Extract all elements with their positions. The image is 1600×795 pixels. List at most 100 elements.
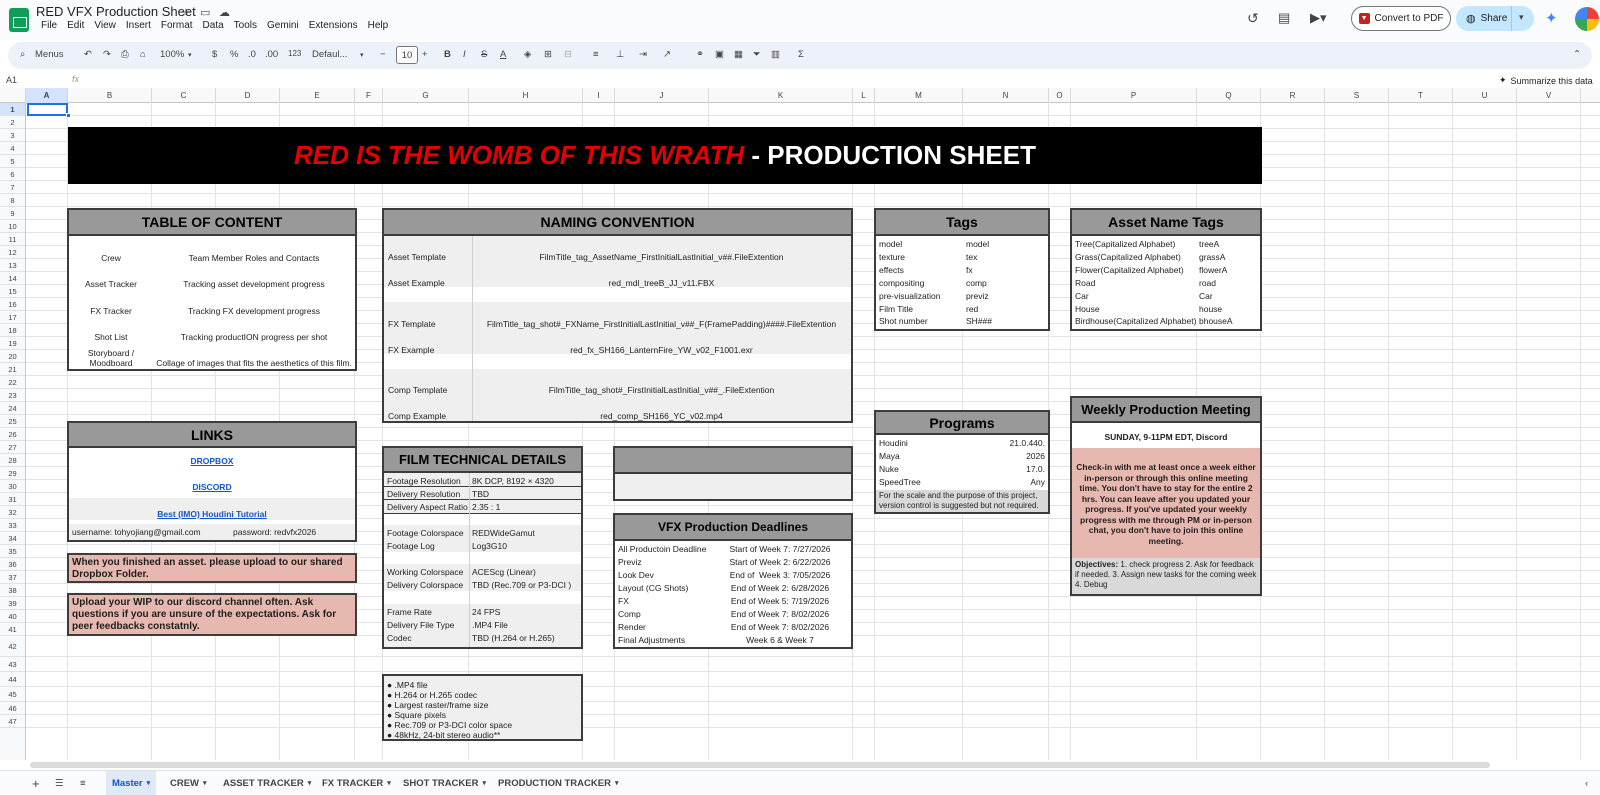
sheet-tab-asset-tracker[interactable]: ASSET TRACKER ▾ (223, 771, 311, 795)
percent-format[interactable]: % (230, 49, 238, 60)
row-header[interactable]: 20 (0, 350, 25, 363)
menu-format[interactable]: Format (156, 20, 198, 31)
row-header[interactable]: 7 (0, 181, 25, 194)
italic-icon[interactable]: I (463, 49, 466, 60)
column-header-m[interactable]: M (875, 88, 963, 103)
houdini-tutorial-link[interactable]: Best (IMO) Houdini Tutorial (157, 509, 266, 519)
number-format[interactable]: 123 (288, 49, 301, 58)
column-header-o[interactable]: O (1049, 88, 1071, 103)
share-dropdown-icon[interactable]: ▾ (1519, 12, 1524, 23)
row-header[interactable]: 27 (0, 441, 25, 454)
row-header[interactable]: 5 (0, 155, 25, 168)
column-header-s[interactable]: S (1325, 88, 1389, 103)
column-header-g[interactable]: G (383, 88, 469, 103)
row-header[interactable]: 15 (0, 285, 25, 298)
row-header[interactable]: 17 (0, 311, 25, 324)
zoom-select[interactable]: 100% (160, 49, 184, 60)
filter-views-icon[interactable]: ▥ (771, 49, 780, 60)
print-icon[interactable]: ⎙ (121, 49, 129, 60)
fill-color-icon[interactable]: ◈ (524, 49, 531, 60)
search-menus-icon[interactable]: ⌕ (20, 49, 25, 60)
account-avatar[interactable] (1575, 7, 1599, 31)
row-header[interactable]: 6 (0, 168, 25, 181)
row-header[interactable]: 45 (0, 687, 25, 702)
row-header[interactable]: 18 (0, 324, 25, 337)
document-title[interactable]: RED VFX Production Sheet (36, 4, 196, 19)
font-dropdown-icon[interactable]: ▾ (360, 51, 364, 59)
cloud-status-icon[interactable]: ☁ (219, 6, 230, 19)
insert-comment-icon[interactable]: ▣ (715, 49, 724, 60)
sheet-tab-production-tracker[interactable]: PRODUCTION TRACKER ▾ (498, 771, 618, 795)
meet-icon[interactable]: ▶▾ (1310, 10, 1327, 26)
menu-tools[interactable]: Tools (229, 20, 262, 31)
text-rotation-icon[interactable]: ↗ (663, 49, 671, 60)
sheet-tab-crew[interactable]: CREW ▾ (170, 771, 207, 795)
row-header[interactable]: 14 (0, 272, 25, 285)
column-header-q[interactable]: Q (1197, 88, 1261, 103)
font-select[interactable]: Defaul... (312, 49, 347, 60)
column-header-p[interactable]: P (1071, 88, 1197, 103)
row-header[interactable]: 21 (0, 363, 25, 376)
column-header-h[interactable]: H (469, 88, 583, 103)
menu-extensions[interactable]: Extensions (304, 20, 363, 31)
column-header-l[interactable]: L (853, 88, 875, 103)
row-header[interactable]: 1 (0, 103, 25, 116)
row-header[interactable]: 2 (0, 116, 25, 129)
row-header[interactable]: 22 (0, 376, 25, 389)
row-header[interactable]: 43 (0, 657, 25, 672)
horizontal-scrollbar[interactable] (30, 762, 1490, 768)
move-folder-icon[interactable]: ▭ (200, 6, 210, 19)
column-header-u[interactable]: U (1453, 88, 1517, 103)
row-header[interactable]: 42 (0, 636, 25, 657)
menu-edit[interactable]: Edit (62, 20, 89, 31)
merge-cells-icon[interactable]: ⊟ (564, 49, 572, 60)
comments-icon[interactable]: ▤ (1278, 10, 1290, 26)
currency-format[interactable]: $ (212, 49, 217, 60)
row-header[interactable]: 31 (0, 493, 25, 506)
row-header[interactable]: 35 (0, 545, 25, 558)
menu-file[interactable]: File (36, 20, 62, 31)
row-header[interactable]: 23 (0, 389, 25, 402)
dropbox-link[interactable]: DROPBOX (191, 456, 234, 466)
column-header-j[interactable]: J (615, 88, 709, 103)
add-sheet-icon[interactable]: + (32, 771, 40, 795)
column-header-n[interactable]: N (963, 88, 1049, 103)
column-header-b[interactable]: B (68, 88, 152, 103)
undo-icon[interactable]: ↶ (84, 49, 92, 60)
text-color-icon[interactable]: A (500, 49, 506, 60)
sheet-list-icon[interactable]: ☰ (55, 771, 64, 795)
convert-to-pdf-button[interactable]: ▼ Convert to PDF (1351, 6, 1451, 31)
sheets-logo-icon[interactable] (9, 8, 29, 32)
row-header[interactable]: 37 (0, 571, 25, 584)
row-header[interactable]: 39 (0, 597, 25, 610)
row-header[interactable]: 28 (0, 454, 25, 467)
decrease-decimal[interactable]: .0 (248, 49, 256, 60)
row-header[interactable]: 3 (0, 129, 25, 142)
zoom-dropdown-icon[interactable]: ▾ (188, 51, 192, 59)
row-header[interactable]: 41 (0, 623, 25, 636)
row-header[interactable]: 30 (0, 480, 25, 493)
menu-gemini[interactable]: Gemini (262, 20, 304, 31)
row-header[interactable]: 19 (0, 337, 25, 350)
column-header-d[interactable]: D (216, 88, 280, 103)
row-header[interactable]: 33 (0, 519, 25, 532)
row-header[interactable]: 8 (0, 194, 25, 207)
sheet-nav-icon[interactable]: ‹ (1585, 771, 1588, 795)
row-header[interactable]: 9 (0, 207, 25, 220)
vertical-align-icon[interactable]: ⊥ (616, 49, 624, 60)
insert-link-icon[interactable]: ⚭ (696, 49, 704, 60)
row-header[interactable]: 10 (0, 220, 25, 233)
sheet-tab-shot-tracker[interactable]: SHOT TRACKER ▾ (403, 771, 486, 795)
name-box[interactable]: A1 (6, 75, 17, 85)
borders-icon[interactable]: ⊞ (544, 49, 552, 60)
column-header-v[interactable]: V (1517, 88, 1581, 103)
increase-decimal[interactable]: .00 (265, 49, 278, 60)
all-sheets-icon[interactable]: ≡ (80, 771, 86, 795)
column-header-k[interactable]: K (709, 88, 853, 103)
row-header[interactable]: 16 (0, 298, 25, 311)
star-icon[interactable]: ☆ (181, 6, 191, 19)
redo-icon[interactable]: ↷ (103, 49, 111, 60)
discord-link[interactable]: DISCORD (192, 482, 231, 492)
fill-handle[interactable] (66, 113, 71, 118)
font-size-decrease-icon[interactable]: − (380, 49, 386, 60)
